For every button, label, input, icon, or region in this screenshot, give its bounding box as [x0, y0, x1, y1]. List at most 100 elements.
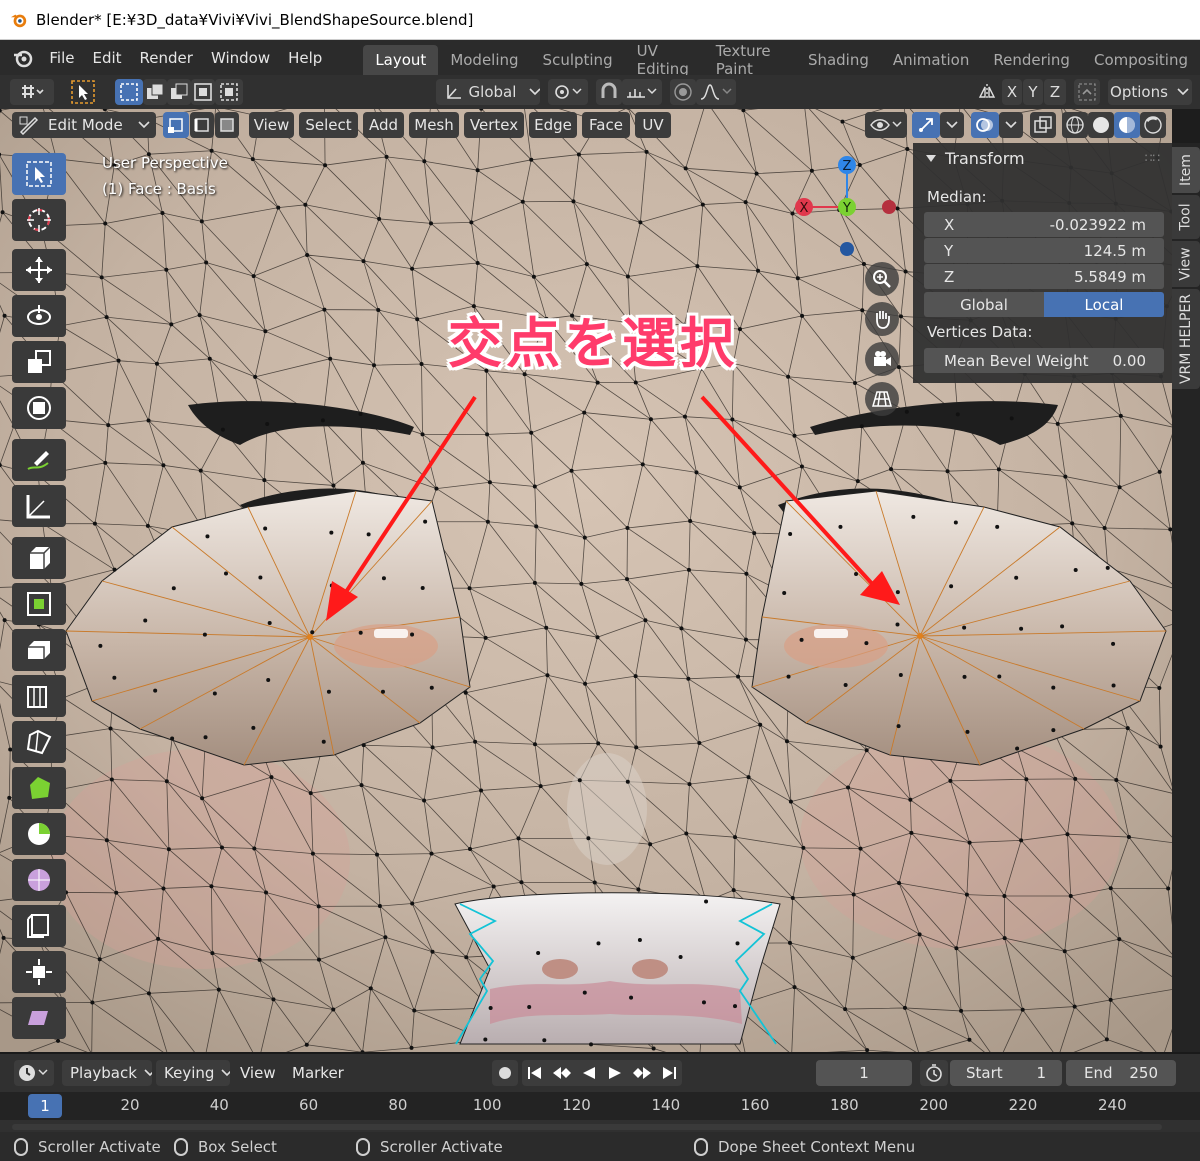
pan-button[interactable]	[865, 302, 899, 336]
blender-menu-icon[interactable]	[10, 44, 36, 72]
transform-orientation-dropdown[interactable]: Global	[436, 79, 540, 105]
tool-measure[interactable]	[12, 485, 66, 527]
header-menu-uv[interactable]: UV	[635, 112, 671, 138]
tool-poly-build[interactable]	[12, 767, 66, 809]
header-menu-vertex[interactable]: Vertex	[464, 112, 524, 138]
zoom-button[interactable]	[865, 262, 899, 296]
tab-uv-editing[interactable]: UV Editing	[625, 42, 704, 78]
tab-rendering[interactable]: Rendering	[981, 45, 1082, 75]
prev-keyframe-icon[interactable]	[551, 1065, 573, 1081]
tab-layout[interactable]: Layout	[363, 45, 439, 75]
gizmo-toggle[interactable]	[912, 112, 940, 138]
select-subtract-button[interactable]	[167, 79, 191, 105]
menu-file[interactable]: File	[40, 49, 83, 67]
tool-transform[interactable]	[12, 387, 66, 429]
edge-select-mode-button[interactable]	[190, 112, 214, 138]
tool-rotate[interactable]	[12, 295, 66, 337]
tool-inset[interactable]	[12, 629, 66, 671]
select-invert-button[interactable]	[191, 79, 215, 105]
menu-help[interactable]: Help	[279, 49, 331, 67]
select-new-button[interactable]	[115, 79, 143, 105]
mirror-y-toggle[interactable]: Y	[1023, 79, 1043, 105]
overlays-toggle[interactable]	[971, 112, 999, 138]
current-frame-indicator[interactable]: 1	[28, 1094, 62, 1118]
end-frame-field[interactable]: End 250	[1066, 1060, 1176, 1086]
median-x-field[interactable]: X -0.023922 m	[924, 212, 1164, 237]
tool-scale[interactable]	[12, 341, 66, 383]
current-frame-field[interactable]: 1	[816, 1060, 912, 1086]
frame-ruler[interactable]: 1 20 40 60 80 100 120 140 160 180 200 220 240	[0, 1092, 1200, 1120]
tab-shading[interactable]: Shading	[796, 45, 881, 75]
play-icon[interactable]	[606, 1065, 624, 1081]
jump-end-icon[interactable]	[660, 1065, 678, 1081]
median-y-field[interactable]: Y 124.5 m	[924, 238, 1164, 263]
snap-toggle[interactable]	[596, 79, 622, 105]
sidebar-tab-tool[interactable]: Tool	[1172, 195, 1200, 239]
navigation-gizmo[interactable]: Z X Y	[784, 149, 908, 261]
tab-animation[interactable]: Animation	[881, 45, 981, 75]
tool-loop-cut[interactable]	[12, 721, 66, 763]
select-tool-button[interactable]	[68, 79, 98, 105]
tool-smooth[interactable]	[12, 859, 66, 901]
editor-type-button[interactable]	[10, 79, 54, 105]
tool-edge-slide[interactable]	[12, 905, 66, 947]
header-menu-add[interactable]: Add	[363, 112, 404, 138]
space-local-button[interactable]: Local	[1044, 292, 1164, 317]
options-dropdown[interactable]: Options	[1108, 79, 1192, 105]
sidebar-tab-vrm-helper[interactable]: VRM HELPER	[1172, 289, 1200, 389]
header-menu-view[interactable]: View	[249, 112, 294, 138]
select-extend-button[interactable]	[143, 79, 167, 105]
jump-start-icon[interactable]	[526, 1065, 544, 1081]
use-preview-range-toggle[interactable]	[920, 1060, 948, 1086]
tab-sculpting[interactable]: Sculpting	[531, 45, 625, 75]
tool-shrink-fatten[interactable]	[12, 951, 66, 993]
shading-material-button[interactable]	[1114, 112, 1140, 138]
timeline-editor-type[interactable]	[14, 1060, 54, 1086]
transform-panel-header[interactable]: Transform ∷∷	[913, 143, 1172, 173]
sidebar-tab-view[interactable]: View	[1172, 241, 1200, 287]
camera-view-button[interactable]	[865, 342, 899, 376]
tool-annotate[interactable]	[12, 439, 66, 481]
mean-bevel-weight-field[interactable]: Mean Bevel Weight 0.00	[924, 348, 1164, 373]
tool-cursor[interactable]	[12, 199, 66, 241]
overlays-dropdown[interactable]	[999, 112, 1023, 138]
next-keyframe-icon[interactable]	[631, 1065, 653, 1081]
vertex-select-mode-button[interactable]	[163, 112, 189, 138]
tab-modeling[interactable]: Modeling	[438, 45, 530, 75]
mirror-icon-button[interactable]	[974, 79, 1000, 105]
header-menu-face[interactable]: Face	[582, 112, 630, 138]
space-global-button[interactable]: Global	[924, 292, 1044, 317]
select-intersect-button[interactable]	[215, 79, 243, 105]
mode-dropdown[interactable]: Edit Mode	[12, 112, 156, 138]
tool-shear[interactable]	[12, 997, 66, 1039]
tool-bevel[interactable]	[12, 675, 66, 717]
menu-window[interactable]: Window	[202, 49, 279, 67]
face-select-mode-button[interactable]	[215, 112, 239, 138]
visibility-dropdown[interactable]	[865, 112, 907, 138]
timeline-scrollbar[interactable]	[12, 1124, 1162, 1130]
header-menu-mesh[interactable]: Mesh	[409, 112, 459, 138]
mirror-z-toggle[interactable]: Z	[1044, 79, 1066, 105]
pivot-point-dropdown[interactable]	[548, 79, 588, 105]
falloff-dropdown[interactable]	[696, 79, 736, 105]
keying-menu[interactable]: Keying	[156, 1060, 230, 1086]
record-button[interactable]	[492, 1060, 518, 1086]
play-reverse-icon[interactable]	[580, 1065, 598, 1081]
shading-solid-button[interactable]	[1088, 112, 1114, 138]
auto-merge-toggle[interactable]	[1074, 79, 1100, 105]
tool-spin[interactable]	[12, 813, 66, 855]
timeline-marker-menu[interactable]: Marker	[286, 1060, 346, 1086]
xray-toggle[interactable]	[1030, 112, 1056, 138]
sidebar-tab-item[interactable]: Item	[1172, 147, 1200, 193]
gizmo-dropdown[interactable]	[940, 112, 964, 138]
menu-render[interactable]: Render	[131, 49, 202, 67]
header-menu-select[interactable]: Select	[299, 112, 358, 138]
shading-rendered-button[interactable]	[1140, 112, 1166, 138]
tool-select-box[interactable]	[12, 153, 66, 195]
header-menu-edge[interactable]: Edge	[529, 112, 577, 138]
mirror-x-toggle[interactable]: X	[1002, 79, 1022, 105]
timeline-view-menu[interactable]: View	[234, 1060, 280, 1086]
tab-compositing[interactable]: Compositing	[1082, 45, 1200, 75]
tool-add-cube[interactable]	[12, 537, 66, 579]
perspective-toggle-button[interactable]	[865, 382, 899, 416]
